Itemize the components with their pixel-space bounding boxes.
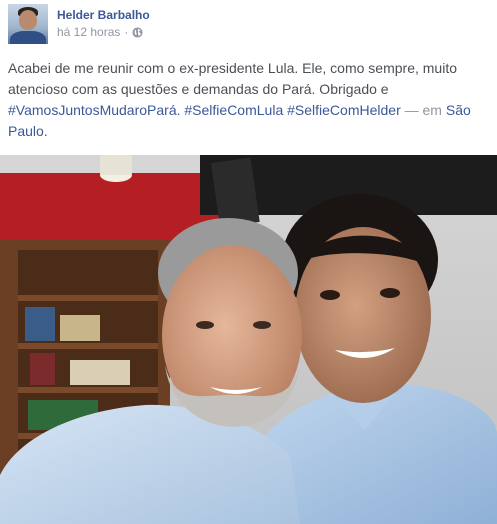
left-person-eye-right (253, 321, 271, 329)
books-4 (70, 360, 130, 385)
post-text: Acabei de me reunir com o ex-presidente … (8, 58, 488, 142)
left-person-eye-left (196, 321, 214, 329)
avatar-shirt (10, 31, 46, 44)
books-2 (60, 315, 100, 341)
post-body: Acabei de me reunir com o ex-presidente … (8, 60, 457, 97)
author-name[interactable]: Helder Barbalho (57, 8, 150, 22)
post-timestamp[interactable]: há 12 horas (57, 25, 120, 39)
meta-separator: · (124, 25, 129, 39)
books-1 (25, 307, 55, 341)
hashtag-selfie-com-lula[interactable]: #SelfieComLula (184, 102, 283, 118)
lamp-shade (100, 155, 132, 175)
avatar-face (19, 10, 37, 30)
hashtag-vamos-juntos[interactable]: #VamosJuntosMudaroPará. (8, 102, 181, 118)
shelf-2 (18, 343, 158, 349)
shelf-1 (18, 295, 158, 301)
post-photo[interactable] (0, 155, 497, 524)
post-meta: há 12 horas · (57, 25, 143, 39)
globe-icon[interactable] (132, 27, 143, 38)
post-header: Helder Barbalho há 12 horas · (0, 0, 497, 50)
hashtag-selfie-com-helder[interactable]: #SelfieComHelder (287, 102, 401, 118)
right-person-eye-left (320, 290, 340, 300)
location-prefix: — em (404, 102, 442, 118)
books-3 (30, 353, 55, 385)
shelf-3 (18, 387, 158, 393)
selfie-photo-illustration (0, 155, 497, 524)
author-avatar[interactable] (8, 4, 48, 44)
right-person-eye-right (380, 288, 400, 298)
